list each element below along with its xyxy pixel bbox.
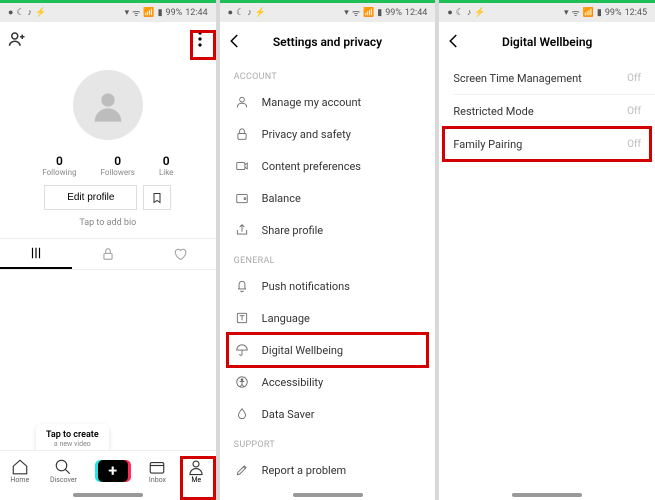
row-report[interactable]: Report a problem (220, 454, 436, 486)
phone-digital-wellbeing: ●☾♪⚡ ▾ᯤ📶▮ 99%12:45 Digital Wellbeing Scr… (439, 0, 655, 500)
back-icon[interactable] (445, 32, 463, 53)
stat-followers[interactable]: 0 Followers (100, 154, 134, 177)
add-user-icon[interactable] (8, 30, 26, 52)
row-push[interactable]: Push notifications (220, 270, 436, 302)
nav-create[interactable]: + (98, 460, 128, 482)
row-content-pref[interactable]: Content preferences (220, 150, 436, 182)
row-accessibility[interactable]: Accessibility (220, 366, 436, 398)
section-general: General (220, 246, 436, 270)
tab-liked[interactable] (144, 239, 216, 269)
row-language[interactable]: Language (220, 302, 436, 334)
row-screen-time[interactable]: Screen Time ManagementOff (439, 62, 655, 94)
android-nav-handle (512, 493, 582, 497)
row-share-profile[interactable]: Share profile (220, 214, 436, 246)
accessibility-icon (234, 375, 250, 389)
drop-icon (234, 407, 250, 421)
stat-following[interactable]: 0 Following (42, 154, 76, 177)
clock: 12:44 (185, 8, 207, 18)
video-icon (234, 159, 250, 173)
section-account: Account (220, 62, 436, 86)
status-bar: ●☾♪⚡ ▾ᯤ📶▮ 99%12:44 (220, 0, 436, 22)
stat-likes[interactable]: 0 Like (159, 154, 173, 177)
tab-locked[interactable] (72, 239, 144, 269)
language-icon (234, 311, 250, 325)
status-bar: ●☾♪⚡ ▾ᯤ📶▮ 99%12:45 (439, 0, 655, 22)
share-icon (234, 223, 250, 237)
nav-home[interactable]: Home (10, 458, 29, 484)
highlight-more-menu (190, 30, 216, 60)
battery-pct: 99% (166, 8, 183, 18)
row-privacy[interactable]: Privacy and safety (220, 118, 436, 150)
tab-grid[interactable] (0, 239, 72, 269)
nav-inbox[interactable]: Inbox (148, 458, 166, 484)
android-nav-handle (73, 493, 143, 497)
profile-tabs (0, 238, 216, 270)
page-title: Settings and privacy (252, 35, 404, 49)
highlight-nav-me (180, 456, 216, 500)
section-support: Support (220, 430, 436, 454)
highlight-digital-wellbeing (226, 332, 430, 368)
highlight-family-pairing (442, 126, 652, 162)
row-manage-account[interactable]: Manage my account (220, 86, 436, 118)
nav-discover[interactable]: Discover (50, 458, 77, 484)
row-balance[interactable]: Balance (220, 182, 436, 214)
row-data-saver[interactable]: Data Saver (220, 398, 436, 430)
status-bar: ●☾♪⚡ ▾ᯤ📶▮ 99% 12:44 (0, 0, 216, 22)
android-nav-handle (293, 493, 363, 497)
edit-profile-button[interactable]: Edit profile (44, 185, 137, 210)
bookmark-button[interactable] (143, 185, 171, 210)
back-icon[interactable] (226, 32, 244, 53)
pencil-icon (234, 463, 250, 477)
page-title: Digital Wellbeing (471, 35, 623, 49)
person-icon (234, 95, 250, 109)
phone-profile: ●☾♪⚡ ▾ᯤ📶▮ 99% 12:44 0 Following 0 Follow… (0, 0, 216, 500)
wallet-icon (234, 191, 250, 205)
bio-text[interactable]: Tap to add bio (0, 218, 216, 228)
stats-row: 0 Following 0 Followers 0 Like (0, 154, 216, 177)
row-restricted-mode[interactable]: Restricted ModeOff (439, 95, 655, 127)
bell-icon (234, 279, 250, 293)
phone-settings: ●☾♪⚡ ▾ᯤ📶▮ 99%12:44 Settings and privacy … (220, 0, 436, 500)
lock-icon (234, 127, 250, 141)
avatar[interactable] (73, 70, 143, 140)
